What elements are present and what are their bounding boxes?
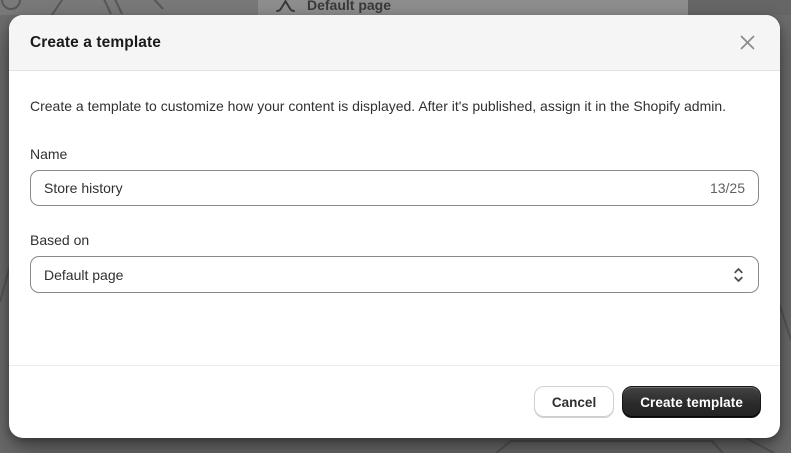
- name-field: 13/25: [30, 170, 759, 206]
- dialog-title: Create a template: [30, 33, 161, 51]
- dialog-description: Create a template to customize how your …: [30, 98, 727, 114]
- based-on-field-label: Based on: [30, 232, 90, 248]
- backdrop-menu-item-default-page: Default page: [258, 0, 688, 15]
- close-icon: [740, 35, 754, 50]
- name-field-label: Name: [30, 146, 68, 162]
- backdrop-menu-item-label: Default page: [307, 0, 392, 13]
- close-button[interactable]: [732, 28, 762, 58]
- based-on-select[interactable]: Default page: [30, 256, 759, 293]
- create-template-dialog: Create a template Create a template to c…: [9, 15, 780, 438]
- dialog-footer: Cancel Create template: [9, 365, 780, 438]
- backdrop-dimmed-area: [688, 0, 791, 15]
- backdrop-dimmed-area: [0, 0, 258, 15]
- name-input[interactable]: [30, 170, 759, 206]
- based-on-selected-value: Default page: [44, 266, 124, 283]
- create-template-button[interactable]: Create template: [622, 386, 761, 418]
- template-icon: [276, 0, 295, 12]
- select-updown-chevron-icon: [733, 267, 744, 283]
- dialog-header: Create a template: [9, 15, 780, 71]
- cancel-button[interactable]: Cancel: [533, 386, 615, 418]
- dialog-body: Create a template to customize how your …: [9, 71, 780, 365]
